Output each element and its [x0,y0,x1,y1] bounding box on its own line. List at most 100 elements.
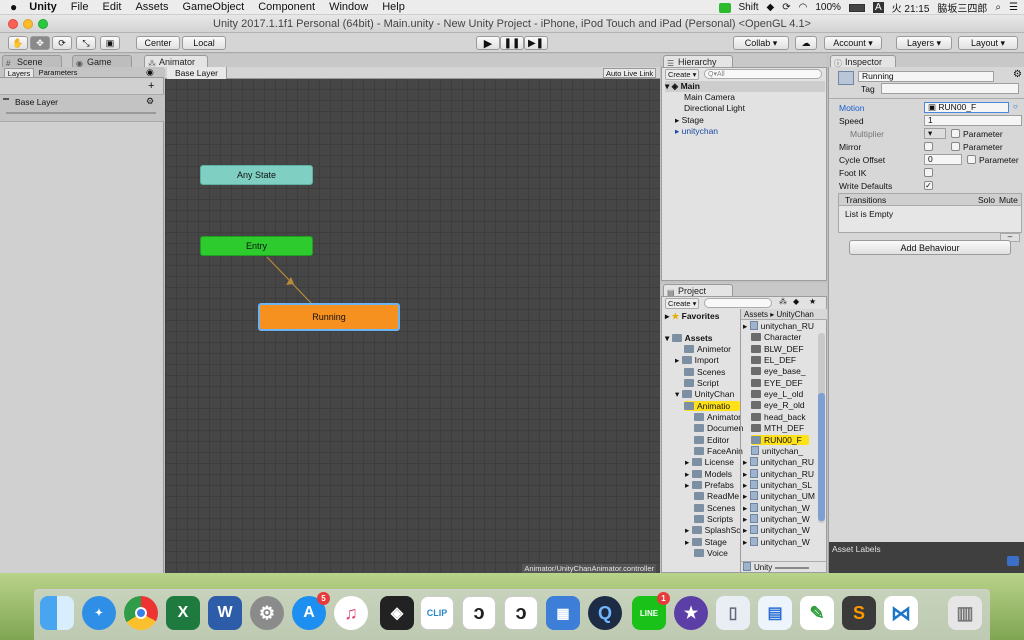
close-window-button[interactable] [8,19,18,29]
layer-weight-slider[interactable] [6,112,156,114]
folder-documentation[interactable]: Documen [694,423,743,433]
expand-arrow-icon[interactable]: ▸ [743,514,750,524]
folder-scenes[interactable]: Scenes [684,367,725,377]
battery-icon[interactable] [848,3,865,12]
file-item-selected[interactable]: RUN00_F [751,434,809,445]
project-create-button[interactable]: Create ▾ [665,298,700,309]
clip-studio-2-icon[interactable]: ↄ [504,596,538,630]
file-item[interactable]: ▸ unitychan_W [743,536,810,548]
vscode-icon[interactable]: ⋈ [884,596,918,630]
menu-unity[interactable]: Unity [29,1,57,13]
expand-arrow-icon[interactable]: ▸ [743,457,750,467]
move-tool-button[interactable]: ✥ [30,36,50,50]
entry-node[interactable]: Entry [200,236,313,256]
folder-stage[interactable]: ▸ Stage [685,537,727,548]
user-name[interactable]: 脇坂三四郎 [937,0,987,15]
scrollbar-thumb[interactable] [818,393,825,521]
favorites-item[interactable]: ▸ ★ Favorites [665,311,719,322]
filter-type-icon[interactable]: ⁂ [779,297,787,306]
multiplier-dropdown[interactable]: ▾ [924,128,946,139]
zoom-window-button[interactable] [38,19,48,29]
pivot-local-button[interactable]: Local [182,36,226,50]
folder-prefabs[interactable]: ▸ Prefabs [685,480,734,491]
layer-item[interactable]: Base Layer ⚙ [0,94,164,122]
file-item[interactable]: ▸ unitychan_SL [743,479,812,491]
menu-window[interactable]: Window [329,1,368,13]
itunes-icon[interactable]: ♫ [334,596,368,630]
file-item[interactable]: ▸ unitychan_RU [743,321,814,332]
file-item[interactable]: head_back [751,412,806,422]
breadcrumb-unitychan[interactable]: UnityChan [776,310,813,319]
object-picker-icon[interactable]: ○ [1013,102,1018,111]
file-item[interactable]: EL_DEF [751,355,796,365]
folder-script[interactable]: Script [684,378,719,388]
file-item[interactable]: ▸ unitychan_W [743,525,810,536]
play-button[interactable]: ▶ [476,36,500,50]
system-preferences-icon[interactable]: ⚙ [250,596,284,630]
menu-help[interactable]: Help [382,1,405,13]
hierarchy-item-unitychan[interactable]: ▸ unitychan [675,126,718,137]
file-item[interactable]: MTH_DEF [751,423,804,433]
clock[interactable]: 火 21:15 [892,0,930,15]
hierarchy-item-directional-light[interactable]: Directional Light [684,103,745,113]
cycle-offset-parameter-checkbox[interactable] [967,155,976,164]
scene-root[interactable]: ▾ ◈ Main [665,81,825,92]
unity-icon[interactable]: ◈ [380,596,414,630]
menu-assets[interactable]: Assets [135,1,168,13]
add-behaviour-button[interactable]: Add Behaviour [849,240,1011,255]
folder-unitychan[interactable]: ▾ UnityChan [675,389,734,400]
breadcrumb-assets[interactable]: Assets [744,310,768,319]
tag-icon[interactable] [1007,556,1019,566]
list-icon[interactable]: ☰ [1009,2,1018,13]
animator-graph[interactable]: Base Layer Auto Live Link Any State Entr… [165,67,660,573]
clip-studio-paint-icon[interactable]: ↄ [462,596,496,630]
safari-icon[interactable]: ✦ [82,596,116,630]
cycle-offset-field[interactable]: 0 [924,154,962,165]
file-item[interactable]: EYE_DEF [751,378,803,388]
file-item[interactable]: Character [751,332,801,342]
step-button[interactable]: ▶❚ [524,36,548,50]
hand-tool-button[interactable]: ✋ [8,36,28,50]
minimize-window-button[interactable] [23,19,33,29]
project-scrollbar[interactable] [818,333,825,523]
wifi-icon[interactable]: ◠ [799,2,808,13]
app-store-icon[interactable]: A5 [292,592,330,630]
menu-edit[interactable]: Edit [102,1,121,13]
hierarchy-item-stage[interactable]: ▸ Stage [675,115,704,126]
line-icon[interactable]: LINE 1 [632,592,670,630]
menu-gameobject[interactable]: GameObject [182,1,244,13]
state-name-field[interactable]: Running [858,71,994,82]
mirror-parameter-checkbox[interactable] [951,142,960,151]
add-layer-button[interactable]: + [148,80,154,92]
icon-size-slider[interactable] [775,567,809,569]
expand-arrow-icon[interactable]: ▸ [743,469,750,479]
gear-icon[interactable]: ⚙ [146,96,154,107]
battery-status[interactable]: 100% [815,2,841,13]
chrome-icon[interactable] [124,596,158,630]
cloud-button[interactable]: ☁ [795,36,817,50]
motion-field[interactable]: ▣ RUN00_F [924,102,1009,113]
pivot-center-button[interactable]: Center [136,36,180,50]
running-node[interactable]: Running [258,303,400,331]
file-item[interactable]: ▸ unitychan_UM [743,491,815,502]
scale-tool-button[interactable]: ⤡ [76,36,96,50]
assets-folder[interactable]: ▾ Assets [665,333,713,344]
shift-status[interactable]: Shift [739,2,759,13]
folder-readme[interactable]: ReadMe [694,491,739,501]
file-item[interactable]: ▸ unitychan_RU [743,457,814,468]
line-status-icon[interactable] [718,2,731,13]
any-state-node[interactable]: Any State [200,165,313,185]
hierarchy-search-input[interactable]: Q▾All [704,69,822,79]
pause-button[interactable]: ❚❚ [500,36,524,50]
file-item[interactable]: BLW_DEF [751,344,804,354]
folder-import[interactable]: ▸ Import [675,355,719,366]
multiplier-parameter-checkbox[interactable] [951,129,960,138]
file-item[interactable]: ▸ unitychan_W [743,502,810,514]
folder-animator[interactable]: Animator [694,412,741,422]
menu-file[interactable]: File [71,1,89,13]
folder-scripts[interactable]: Scripts [694,514,733,524]
folder-animetor[interactable]: Animetor [684,344,731,354]
filter-label-icon[interactable]: ◆ [793,297,799,306]
quicktime-icon[interactable]: Q [588,596,622,630]
tab-layers[interactable]: Layers [4,68,34,78]
